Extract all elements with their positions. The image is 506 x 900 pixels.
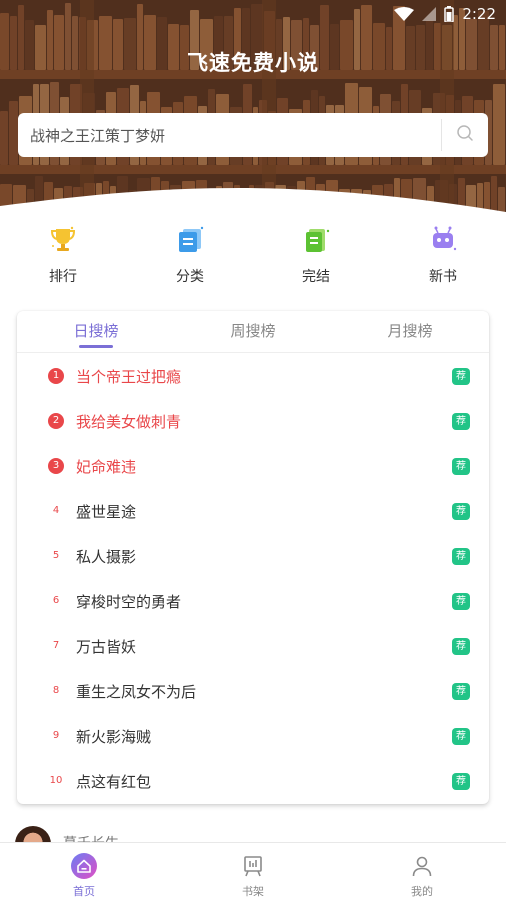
signal-icon — [422, 7, 437, 21]
rank-number: 7 — [52, 640, 60, 651]
book-title[interactable]: 盛世星途 — [76, 501, 136, 522]
ranking-row[interactable]: 5 私人摄影 荐 — [17, 534, 489, 579]
status-time: 2:22 — [462, 5, 496, 23]
nav-profile[interactable]: 我的 — [382, 843, 462, 900]
home-icon — [70, 852, 98, 880]
nav-label: 书架 — [242, 885, 264, 898]
quick-link-label: 分类 — [176, 269, 204, 285]
quick-link-finished[interactable]: 完结 — [271, 222, 361, 286]
search-icon — [456, 124, 474, 146]
app-title: 飞速免费小说 — [187, 51, 319, 75]
recommend-badge: 荐 — [452, 593, 470, 610]
active-tab-indicator — [79, 345, 113, 348]
rank-number: 1 — [48, 368, 64, 384]
ranking-card: 日搜榜 周搜榜 月搜榜 1 当个帝王过把瘾 荐 2 我给美女做刺青 荐 3 妃命… — [17, 311, 489, 804]
recommend-badge: 荐 — [452, 683, 470, 700]
rank-number: 9 — [52, 730, 60, 741]
recommend-badge: 荐 — [452, 638, 470, 655]
trophy-icon — [46, 222, 80, 256]
book-title[interactable]: 重生之凤女不为后 — [76, 681, 196, 702]
quick-link-new-books[interactable]: 新书 — [398, 222, 488, 286]
quick-link-ranking[interactable]: 排行 — [18, 222, 108, 286]
recommend-badge: 荐 — [452, 773, 470, 790]
ranking-row[interactable]: 6 穿梭时空的勇者 荐 — [17, 579, 489, 624]
book-title[interactable]: 万古皆妖 — [76, 636, 136, 657]
book-title[interactable]: 当个帝王过把瘾 — [76, 366, 181, 387]
search-button[interactable] — [442, 113, 488, 157]
search-input[interactable]: 战神之王江策丁梦妍 — [18, 125, 441, 146]
book-title[interactable]: 新火影海贼 — [76, 726, 151, 747]
ranking-row[interactable]: 2 我给美女做刺青 荐 — [17, 399, 489, 444]
header-wave — [0, 188, 506, 215]
new-book-robot-icon — [426, 222, 460, 256]
tab-weekly[interactable]: 周搜榜 — [213, 320, 293, 341]
quick-link-label: 新书 — [429, 269, 457, 285]
header-banner: 2:22 飞速免费小说 战神之王江策丁梦妍 — [0, 0, 506, 215]
bottom-nav: 首页 书架 我的 — [0, 842, 506, 900]
ranking-tabs: 日搜榜 周搜榜 月搜榜 — [17, 311, 489, 353]
recommend-badge: 荐 — [452, 548, 470, 565]
book-title[interactable]: 点这有红包 — [76, 771, 151, 792]
rank-number: 10 — [49, 775, 63, 786]
recommend-badge: 荐 — [452, 368, 470, 385]
nav-bookshelf[interactable]: 书架 — [213, 843, 293, 900]
rank-number: 6 — [52, 595, 60, 606]
nav-label: 首页 — [73, 885, 95, 898]
rank-number: 2 — [48, 413, 64, 429]
book-title[interactable]: 私人摄影 — [76, 546, 136, 567]
rank-number: 4 — [52, 505, 60, 516]
ranking-row[interactable]: 4 盛世星途 荐 — [17, 489, 489, 534]
ranking-row[interactable]: 1 当个帝王过把瘾 荐 — [17, 354, 489, 399]
profile-icon — [408, 852, 436, 880]
author-peek[interactable]: 慕千长生 — [15, 824, 475, 862]
ranking-list: 1 当个帝王过把瘾 荐 2 我给美女做刺青 荐 3 妃命难违 荐 4 盛世星途 … — [17, 354, 489, 804]
ranking-row[interactable]: 10 点这有红包 荐 — [17, 759, 489, 804]
book-title[interactable]: 我给美女做刺青 — [76, 411, 181, 432]
quick-link-category[interactable]: 分类 — [145, 222, 235, 286]
recommend-badge: 荐 — [452, 413, 470, 430]
ranking-row[interactable]: 7 万古皆妖 荐 — [17, 624, 489, 669]
book-title[interactable]: 妃命难违 — [76, 456, 136, 477]
quick-links: 排行 分类 完结 新书 — [0, 222, 506, 294]
nav-label: 我的 — [411, 885, 433, 898]
finished-book-icon — [299, 222, 333, 256]
search-bar[interactable]: 战神之王江策丁梦妍 — [18, 113, 488, 157]
rank-number: 3 — [48, 458, 64, 474]
status-bar: 2:22 — [0, 0, 506, 28]
nav-home[interactable]: 首页 — [44, 843, 124, 900]
rank-number: 8 — [52, 685, 60, 696]
wifi-icon — [394, 7, 415, 21]
rank-number: 5 — [52, 550, 60, 561]
quick-link-label: 排行 — [49, 269, 77, 285]
category-icon — [173, 222, 207, 256]
recommend-badge: 荐 — [452, 458, 470, 475]
recommend-badge: 荐 — [452, 728, 470, 745]
quick-link-label: 完结 — [302, 269, 330, 285]
bookshelf-icon — [239, 852, 267, 880]
tab-daily[interactable]: 日搜榜 — [56, 320, 136, 341]
book-title[interactable]: 穿梭时空的勇者 — [76, 591, 181, 612]
recommend-badge: 荐 — [452, 503, 470, 520]
ranking-row[interactable]: 3 妃命难违 荐 — [17, 444, 489, 489]
ranking-row[interactable]: 9 新火影海贼 荐 — [17, 714, 489, 759]
tab-monthly[interactable]: 月搜榜 — [370, 320, 450, 341]
battery-icon — [444, 6, 455, 22]
ranking-row[interactable]: 8 重生之凤女不为后 荐 — [17, 669, 489, 714]
home-screen: 2:22 飞速免费小说 战神之王江策丁梦妍 排行 分类 完结 新书 日搜榜 周搜… — [0, 0, 506, 900]
